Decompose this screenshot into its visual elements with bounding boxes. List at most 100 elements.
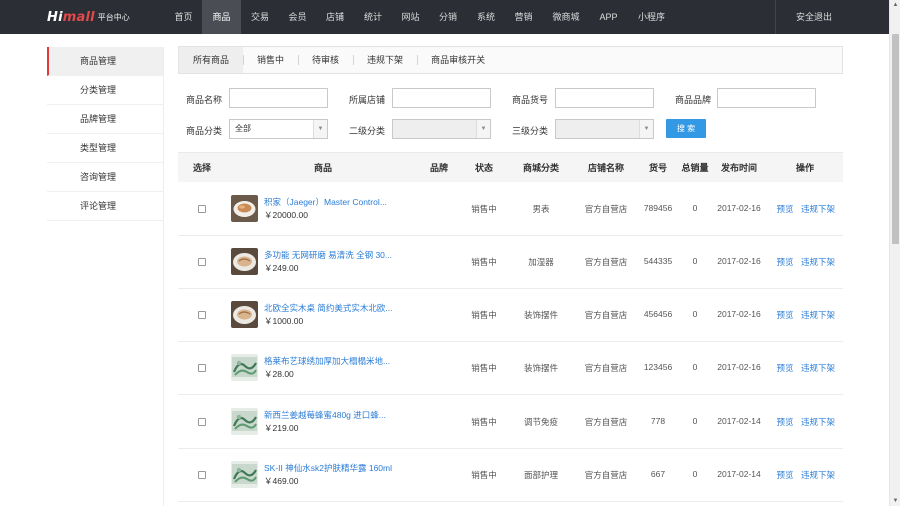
nav-item-10[interactable]: 微商城 — [542, 0, 590, 34]
product-category: 装饰摆件 — [523, 310, 558, 320]
category-label: 商品分类 — [186, 126, 223, 136]
sidebar-item-1[interactable]: 分类管理 — [47, 76, 163, 105]
brand-input[interactable] — [717, 88, 816, 108]
scroll-down-arrow-icon[interactable]: ▼ — [892, 497, 899, 505]
scroll-up-arrow-icon[interactable]: ▲ — [892, 1, 899, 9]
product-price: ￥1000.00 — [264, 316, 304, 326]
takedown-link[interactable]: 违规下架 — [798, 203, 838, 215]
logo[interactable]: Himall 平台中心 — [47, 0, 165, 34]
row-checkbox[interactable] — [198, 205, 206, 213]
nav-item-4[interactable]: 店铺 — [316, 0, 354, 34]
publish-date: 2017-02-16 — [717, 256, 761, 266]
sidebar-item-3[interactable]: 类型管理 — [47, 134, 163, 163]
product-sku: 456456 — [643, 309, 673, 319]
nav-item-11[interactable]: APP — [590, 0, 627, 34]
sidebar: 商品管理 分类管理 品牌管理 类型管理 咨询管理 评论管理 — [47, 47, 164, 506]
cat3-select[interactable]: ▼ — [555, 119, 654, 139]
takedown-link[interactable]: 违规下架 — [798, 469, 838, 481]
product-sku: 778 — [650, 416, 666, 426]
preview-link[interactable]: 预览 — [774, 309, 796, 321]
takedown-link[interactable]: 违规下架 — [798, 256, 838, 268]
product-price: ￥20000.00 — [264, 210, 308, 220]
search-button[interactable]: 搜 索 — [666, 119, 706, 138]
product-name-link[interactable]: 北欧全实木桌 简约美式实木北欧... — [264, 302, 404, 314]
scrollbar-thumb[interactable] — [892, 34, 899, 244]
product-status: 销售中 — [471, 470, 497, 480]
cat2-select[interactable]: ▼ — [392, 119, 491, 139]
nav-item-2[interactable]: 交易 — [241, 0, 279, 34]
row-checkbox[interactable] — [198, 311, 206, 319]
table-row: 多功能 无网研磨 易清洗 全钢 30... ￥249.00 销售中 加湿器 官方自营店 5… — [178, 236, 843, 289]
th-actions: 操作 — [795, 163, 814, 173]
tab-1[interactable]: 销售中 — [243, 47, 298, 73]
preview-link[interactable]: 预览 — [774, 416, 796, 428]
product-name-link[interactable]: 积家（Jaeger）Master Control... — [264, 196, 404, 208]
th-date: 发布时间 — [720, 163, 757, 173]
row-checkbox[interactable] — [198, 364, 206, 372]
store-input[interactable] — [392, 88, 491, 108]
th-category: 商城分类 — [522, 163, 559, 173]
nav-item-12[interactable]: 小程序 — [627, 0, 676, 34]
cat3-label: 三级分类 — [512, 126, 549, 136]
nav-item-6[interactable]: 网站 — [392, 0, 429, 34]
takedown-link[interactable]: 违规下架 — [798, 362, 838, 374]
category-select[interactable]: 全部 ▼ — [229, 119, 328, 139]
nav-item-5[interactable]: 统计 — [354, 0, 392, 34]
nav-item-1[interactable]: 商品 — [202, 0, 241, 34]
product-thumbnail[interactable] — [231, 408, 258, 435]
th-select: 选择 — [192, 163, 211, 173]
product-sku: 544335 — [643, 256, 673, 266]
product-sales: 0 — [692, 203, 698, 213]
row-checkbox[interactable] — [198, 471, 206, 479]
publish-date: 2017-02-14 — [717, 416, 761, 426]
product-thumbnail[interactable] — [231, 461, 258, 488]
nav-item-0[interactable]: 首页 — [165, 0, 202, 34]
preview-link[interactable]: 预览 — [774, 256, 796, 268]
product-sales: 0 — [692, 469, 698, 479]
vertical-scrollbar[interactable]: ▲ ▼ — [889, 0, 900, 506]
product-name-link[interactable]: 新西兰姜越莓蜂蜜480g 进口蜂... — [264, 409, 404, 421]
sidebar-item-4[interactable]: 咨询管理 — [47, 163, 163, 192]
th-brand: 品牌 — [429, 163, 448, 173]
product-name-link[interactable]: SK-II 神仙水sk2护肤精华露 160ml — [264, 462, 404, 474]
product-sales: 0 — [692, 309, 698, 319]
nav-item-7[interactable]: 分销 — [429, 0, 467, 34]
nav-item-3[interactable]: 会员 — [279, 0, 316, 34]
sidebar-item-0[interactable]: 商品管理 — [47, 47, 163, 76]
product-thumbnail[interactable] — [231, 301, 258, 328]
tab-0[interactable]: 所有商品 — [179, 47, 244, 73]
product-sales: 0 — [692, 256, 698, 266]
preview-link[interactable]: 预览 — [774, 203, 796, 215]
logout-link[interactable]: 安全退出 — [774, 0, 832, 34]
sku-input[interactable] — [555, 88, 654, 108]
product-tabs: 所有商品 销售中 待审核 违规下架 商品审核开关 — [178, 46, 843, 74]
nav-item-9[interactable]: 营销 — [505, 0, 542, 34]
takedown-link[interactable]: 违规下架 — [798, 309, 838, 321]
product-name-input[interactable] — [229, 88, 328, 108]
product-thumbnail[interactable] — [231, 195, 258, 222]
logo-brand: Himall — [47, 10, 95, 25]
chevron-down-icon: ▼ — [313, 120, 327, 138]
publish-date: 2017-02-16 — [717, 362, 761, 372]
row-checkbox[interactable] — [198, 258, 206, 266]
takedown-link[interactable]: 违规下架 — [798, 416, 838, 428]
product-name-link[interactable]: 格莱布艺球绣加厚加大榻榻米地... — [264, 355, 404, 367]
product-sku: 667 — [650, 469, 666, 479]
tab-2[interactable]: 待审核 — [298, 47, 353, 73]
product-sales: 0 — [692, 362, 698, 372]
product-thumbnail[interactable] — [231, 248, 258, 275]
preview-link[interactable]: 预览 — [774, 469, 796, 481]
sidebar-item-5[interactable]: 评论管理 — [47, 192, 163, 221]
tab-4[interactable]: 商品审核开关 — [417, 47, 499, 73]
product-thumbnail[interactable] — [231, 354, 258, 381]
row-checkbox[interactable] — [198, 418, 206, 426]
nav-item-8[interactable]: 系统 — [467, 0, 505, 34]
tab-3[interactable]: 违规下架 — [353, 47, 417, 73]
sidebar-item-2[interactable]: 品牌管理 — [47, 105, 163, 134]
store-name: 官方自营店 — [584, 417, 628, 427]
preview-link[interactable]: 预览 — [774, 362, 796, 374]
sku-label: 商品货号 — [512, 95, 549, 105]
product-price: ￥219.00 — [264, 423, 299, 433]
product-name-link[interactable]: 多功能 无网研磨 易清洗 全钢 30... — [264, 249, 404, 261]
top-navbar: Himall 平台中心 首页 商品 交易 会员 店铺 统计 网站 分销 系统 营销 微商城 APP 小程… — [0, 0, 889, 34]
